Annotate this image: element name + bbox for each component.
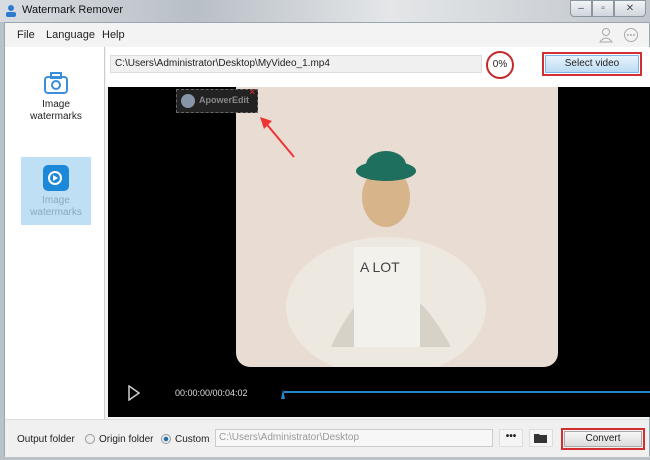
shirt-text: A LOT [360, 259, 400, 275]
sidebar-item-label: Image watermarks [30, 195, 82, 218]
maximize-button[interactable]: ▫ [592, 0, 614, 17]
sidebar-item-image-watermarks[interactable]: Image watermarks [21, 69, 91, 137]
convert-label: Convert [564, 431, 642, 447]
sidebar-item-video-watermarks[interactable]: Image watermarks [21, 157, 91, 225]
main-window: File Language Help Image watermarks Imag… [4, 22, 650, 456]
folder-icon [534, 432, 548, 444]
menu-bar: File Language Help [5, 23, 649, 47]
menu-language[interactable]: Language [46, 29, 95, 41]
browse-more-button[interactable]: ••• [499, 429, 523, 447]
camera-icon [43, 71, 69, 95]
file-bar: C:\Users\Administrator\Desktop\MyVideo_1… [106, 47, 650, 87]
play-icon[interactable] [128, 385, 140, 401]
watermark-selection[interactable]: ApowerEdit ✕ [176, 89, 258, 113]
menu-help[interactable]: Help [102, 29, 125, 41]
open-folder-button[interactable] [529, 429, 553, 447]
origin-folder-label[interactable]: Origin folder [99, 434, 153, 445]
sidebar-item-label: Image watermarks [30, 99, 82, 122]
apoweredit-logo-icon [181, 94, 195, 108]
feedback-icon[interactable] [623, 27, 639, 43]
player-controls: 00:00:00/00:04:02 [108, 367, 650, 417]
video-icon [43, 165, 69, 191]
custom-radio[interactable] [161, 434, 171, 444]
output-path-field[interactable]: C:\Users\Administrator\Desktop [215, 429, 493, 447]
custom-label[interactable]: Custom [175, 434, 209, 445]
output-bar: Output folder Origin folder Custom C:\Us… [5, 419, 649, 457]
window-title: Watermark Remover [22, 4, 123, 16]
close-button[interactable]: ✕ [614, 0, 646, 17]
watermark-text: ApowerEdit [199, 95, 249, 105]
minimize-button[interactable]: – [570, 0, 592, 17]
progress-percent: 0% [486, 51, 514, 79]
app-icon [5, 4, 17, 17]
title-bar: Watermark Remover – ▫ ✕ [0, 0, 650, 22]
remove-selection-icon[interactable]: ✕ [248, 87, 256, 98]
video-path-field[interactable]: C:\Users\Administrator\Desktop\MyVideo_1… [110, 55, 482, 73]
select-video-button[interactable]: Select video [542, 52, 642, 76]
sidebar: Image watermarks Image watermarks [5, 47, 105, 419]
menu-file[interactable]: File [17, 29, 35, 41]
time-display: 00:00:00/00:04:02 [175, 388, 248, 398]
convert-button[interactable]: Convert [561, 428, 645, 450]
user-icon[interactable] [599, 27, 613, 43]
origin-folder-radio[interactable] [85, 434, 95, 444]
select-video-label: Select video [545, 55, 639, 73]
seek-bar[interactable] [284, 391, 650, 393]
video-preview[interactable]: A LOT ApowerEdit ✕ 00:00:00/00:04:02 [108, 87, 650, 417]
output-folder-label: Output folder [17, 434, 75, 445]
red-arrow-annotation [258, 115, 298, 161]
